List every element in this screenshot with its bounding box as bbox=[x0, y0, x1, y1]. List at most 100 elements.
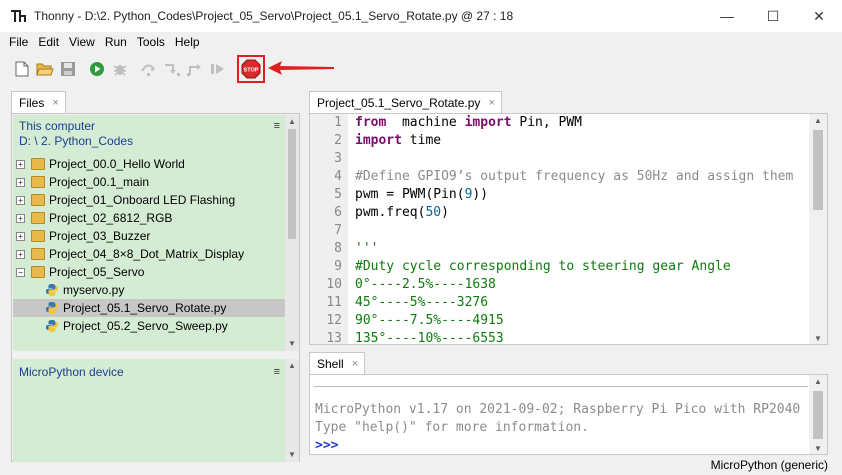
shell-prompt[interactable]: >>> bbox=[315, 437, 800, 454]
code-line: 135°----10%----6553 bbox=[355, 330, 807, 344]
menu-help[interactable]: Help bbox=[170, 35, 205, 49]
step-over-icon[interactable] bbox=[139, 59, 159, 79]
menu-run[interactable]: Run bbox=[100, 35, 132, 49]
tab-files[interactable]: Files × bbox=[11, 91, 66, 113]
scroll-down-icon[interactable]: ▼ bbox=[809, 442, 827, 454]
menu-edit[interactable]: Edit bbox=[33, 35, 64, 49]
editor-scrollbar-thumb[interactable] bbox=[813, 130, 823, 210]
this-computer-menu-icon[interactable]: ≡ bbox=[274, 119, 280, 134]
interpreter-status[interactable]: MicroPython (generic) bbox=[711, 458, 828, 472]
stop-button[interactable]: STOP bbox=[241, 59, 261, 79]
tree-folder[interactable]: + Project_00.1_main bbox=[13, 173, 286, 191]
code-token: machine bbox=[386, 115, 465, 130]
tree-folder[interactable]: + Project_00.0_Hello World bbox=[13, 155, 286, 173]
device-scrollbar[interactable]: ▲ ▼ bbox=[285, 359, 299, 462]
files-scrollbar-thumb[interactable] bbox=[288, 129, 296, 239]
tree-folder[interactable]: + Project_01_Onboard LED Flashing bbox=[13, 191, 286, 209]
scroll-up-icon[interactable]: ▲ bbox=[285, 115, 299, 129]
expand-icon[interactable]: + bbox=[16, 177, 25, 187]
tree-file[interactable]: Project_05.2_Servo_Sweep.py bbox=[13, 317, 286, 335]
code-line: #Duty cycle corresponding to steering ge… bbox=[355, 258, 807, 276]
menu-tools[interactable]: Tools bbox=[132, 35, 170, 49]
code-token: import bbox=[355, 133, 402, 148]
debug-icon[interactable] bbox=[110, 59, 130, 79]
save-icon[interactable] bbox=[58, 59, 78, 79]
new-file-icon[interactable] bbox=[12, 59, 32, 79]
micropython-device-label: MicroPython device bbox=[19, 365, 124, 379]
folder-icon bbox=[31, 230, 45, 242]
line-number: 13 bbox=[326, 331, 342, 345]
scroll-up-icon[interactable]: ▲ bbox=[285, 359, 299, 373]
minimize-button[interactable]: — bbox=[704, 0, 750, 32]
code-line: #Define GPIO9’s output frequency as 50Hz… bbox=[355, 168, 807, 186]
scroll-down-icon[interactable]: ▼ bbox=[285, 337, 299, 351]
editor-scrollbar[interactable]: ▲ ▼ bbox=[809, 114, 827, 344]
scroll-down-icon[interactable]: ▼ bbox=[809, 332, 827, 344]
shell-tab-label: Shell bbox=[317, 356, 344, 371]
run-icon[interactable] bbox=[87, 59, 107, 79]
tab-shell[interactable]: Shell × bbox=[309, 352, 366, 374]
files-scrollbar[interactable]: ▲ ▼ bbox=[285, 115, 299, 351]
stop-icon: STOP bbox=[241, 59, 261, 79]
title-bar: Thonny - D:\2. Python_Codes\Project_05_S… bbox=[0, 0, 842, 32]
shell-tab-close-icon[interactable]: × bbox=[352, 358, 358, 370]
code-token: from bbox=[355, 115, 387, 130]
expand-icon[interactable]: + bbox=[16, 249, 25, 259]
tree-folder[interactable]: − Project_05_Servo bbox=[13, 263, 286, 281]
editor-tab-close-icon[interactable]: × bbox=[488, 97, 494, 109]
menu-file[interactable]: File bbox=[4, 35, 33, 49]
expand-icon[interactable]: + bbox=[16, 195, 25, 205]
open-folder-icon[interactable] bbox=[35, 59, 55, 79]
shell-console[interactable]: MicroPython v1.17 on 2021-09-02; Raspber… bbox=[309, 374, 828, 455]
shell-scrollbar-thumb[interactable] bbox=[813, 391, 823, 439]
tab-files-close-icon[interactable]: × bbox=[52, 97, 58, 109]
stop-icon-label: STOP bbox=[244, 68, 259, 74]
scroll-up-icon[interactable]: ▲ bbox=[809, 114, 827, 128]
line-number: 5 bbox=[334, 187, 342, 202]
scroll-up-icon[interactable]: ▲ bbox=[809, 375, 827, 389]
current-path[interactable]: D: \ 2. Python_Codes bbox=[19, 134, 286, 149]
step-into-icon[interactable] bbox=[162, 59, 182, 79]
thonny-app-icon bbox=[10, 8, 26, 24]
resume-icon[interactable] bbox=[208, 59, 228, 79]
tree-file-selected[interactable]: Project_05.1_Servo_Rotate.py bbox=[13, 299, 286, 317]
collapse-icon[interactable]: − bbox=[16, 267, 25, 277]
micropython-device-section: MicroPython device ≡ bbox=[13, 359, 286, 462]
code-token: ) bbox=[441, 205, 449, 220]
code-area[interactable]: from machine import Pin, PWM import time … bbox=[355, 114, 807, 344]
maximize-button[interactable]: ☐ bbox=[750, 0, 796, 32]
file-tree: + Project_00.0_Hello World + Project_00.… bbox=[13, 155, 286, 335]
shell-output-line: Type "help()" for more information. bbox=[315, 420, 589, 435]
line-number: 11 bbox=[326, 295, 342, 310]
code-editor[interactable]: 1 2 3 4 5 6 7 8 9 10 11 12 13 from machine import Pi… bbox=[309, 113, 828, 345]
editor-panel: Project_05.1_Servo_Rotate.py × 123456789… bbox=[309, 91, 828, 345]
code-line: pwm = PWM(Pin(9)) bbox=[355, 186, 807, 204]
line-number: 8 bbox=[334, 241, 342, 256]
line-number: 4 bbox=[334, 169, 342, 184]
code-token: #Define GPIO9’s output frequency as 50Hz… bbox=[355, 169, 794, 184]
expand-icon[interactable]: + bbox=[16, 213, 25, 223]
tree-folder[interactable]: + Project_04_8×8_Dot_Matrix_Display bbox=[13, 245, 286, 263]
expand-icon[interactable]: + bbox=[16, 231, 25, 241]
tree-item-label: Project_05.1_Servo_Rotate.py bbox=[63, 301, 227, 315]
step-out-icon[interactable] bbox=[185, 59, 205, 79]
tree-folder[interactable]: + Project_02_6812_RGB bbox=[13, 209, 286, 227]
tree-folder[interactable]: + Project_03_Buzzer bbox=[13, 227, 286, 245]
folder-icon bbox=[31, 212, 45, 224]
folder-icon bbox=[31, 248, 45, 260]
tab-editor-file[interactable]: Project_05.1_Servo_Rotate.py × bbox=[309, 91, 502, 113]
line-number: 9 bbox=[334, 259, 342, 274]
expand-icon[interactable]: + bbox=[16, 159, 25, 169]
toolbar bbox=[0, 54, 842, 84]
folder-icon bbox=[31, 158, 45, 170]
this-computer-label: This computer bbox=[19, 119, 96, 133]
menu-view[interactable]: View bbox=[64, 35, 100, 49]
this-computer-section: This computer D: \ 2. Python_Codes ≡ + P… bbox=[13, 115, 286, 351]
shell-scrollbar[interactable]: ▲ ▼ bbox=[809, 375, 827, 454]
tree-file[interactable]: myservo.py bbox=[13, 281, 286, 299]
code-line: 0°----2.5%----1638 bbox=[355, 276, 807, 294]
device-menu-icon[interactable]: ≡ bbox=[274, 365, 280, 380]
tree-item-label: Project_04_8×8_Dot_Matrix_Display bbox=[49, 247, 245, 261]
close-window-button[interactable]: ✕ bbox=[796, 0, 842, 32]
